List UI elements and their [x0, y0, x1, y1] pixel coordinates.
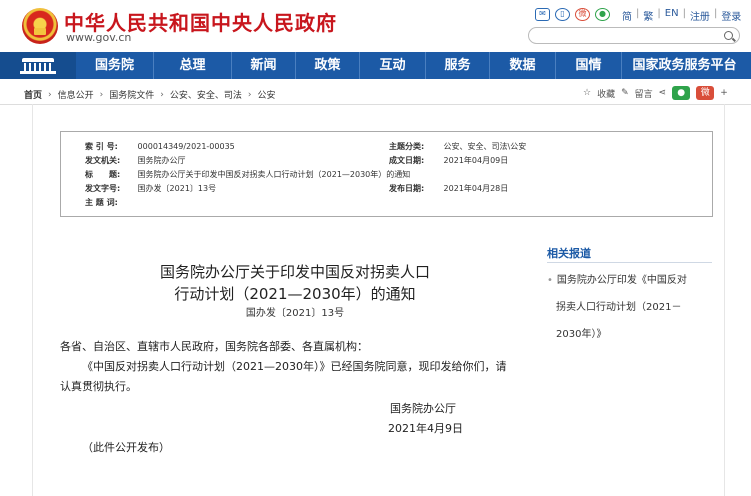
article-title-line: 行动计划（2021—2030年）的通知: [174, 285, 416, 303]
wechat-icon[interactable]: ●: [595, 8, 610, 21]
weibo-icon[interactable]: 微: [575, 8, 590, 21]
breadcrumb-info-public[interactable]: 信息公开: [58, 88, 94, 101]
favorite-button[interactable]: 收藏: [597, 87, 615, 100]
article-body-line: 认真贯彻执行。: [60, 380, 137, 393]
main-nav: 国务院 总理 新闻 政策 互动 服务 数据 国情 国家政务服务平台: [0, 52, 751, 79]
article-body-line: 《中国反对拐卖人口行动计划（2021—2030年）》已经国务院同意，现印发给你们…: [82, 360, 507, 373]
meta-created-row: 成文日期: 2021年04月09日: [389, 155, 508, 166]
bullet-icon: •: [547, 275, 553, 286]
document-metadata-box: 索 引 号: 000014349/2021-00035 发文机关: 国务院办公厅…: [60, 131, 713, 217]
nav-item-gov-service-platform[interactable]: 国家政务服务平台: [621, 52, 747, 79]
meta-created-value: 2021年04月09日: [443, 156, 509, 165]
article-title: 国务院办公厅关于印发中国反对拐卖人口 行动计划（2021—2030年）的通知: [60, 261, 530, 305]
meta-docno-value: 国办发〔2021〕13号: [137, 184, 217, 193]
meta-category-value: 公安、安全、司法\公安: [443, 142, 527, 151]
meta-issuer-value: 国务院办公厅: [137, 156, 186, 165]
meta-index-value: 000014349/2021-00035: [137, 142, 235, 151]
meta-keywords-row: 主 题 词:: [85, 197, 135, 208]
lang-traditional[interactable]: 繁: [643, 8, 653, 23]
meta-category-row: 主题分类: 公安、安全、司法\公安: [389, 141, 526, 152]
site-header: 中华人民共和国中央人民政府 www.gov.cn ✉ ▯ 微 ● 简 | 繁 | E…: [0, 0, 751, 52]
related-report-text[interactable]: 拐卖人口行动计划（2021－: [547, 294, 712, 321]
breadcrumb-category[interactable]: 公安、安全、司法: [170, 88, 242, 101]
meta-label: 成文日期:: [389, 156, 425, 165]
article-date: 2021年4月9日: [388, 422, 463, 435]
language-links: 简 | 繁 | EN | 注册 | 登录: [622, 8, 742, 23]
nav-item-policy[interactable]: 政策: [295, 52, 359, 79]
meta-label: 发文字号:: [85, 184, 121, 193]
register-link[interactable]: 注册: [690, 8, 710, 23]
lang-english[interactable]: EN: [665, 8, 679, 23]
breadcrumb-home[interactable]: 首页: [24, 88, 42, 101]
meta-label: 发布日期:: [389, 184, 425, 193]
meta-label: 发文机关:: [85, 156, 121, 165]
meta-label: 索 引 号:: [85, 142, 118, 151]
meta-subject-value: 国务院办公厅关于印发中国反对拐卖人口行动计划（2021—2030年）的通知: [137, 170, 411, 179]
related-reports-heading: 相关报道: [547, 247, 591, 260]
meta-label: 标 题:: [85, 170, 121, 179]
plus-icon[interactable]: +: [720, 88, 728, 98]
nav-item-state-council[interactable]: 国务院: [76, 52, 153, 79]
login-link[interactable]: 登录: [721, 8, 741, 23]
meta-index-row: 索 引 号: 000014349/2021-00035: [85, 141, 235, 152]
related-report-text[interactable]: 2030年）》: [547, 321, 712, 348]
national-emblem-logo[interactable]: [22, 8, 58, 44]
search-icon[interactable]: [724, 31, 733, 40]
meta-published-value: 2021年04月28日: [443, 184, 509, 193]
site-url[interactable]: www.gov.cn: [66, 31, 131, 44]
article-doc-number: 国办发〔2021〕13号: [245, 308, 345, 319]
wechat-share-icon[interactable]: ●: [672, 86, 691, 100]
breadcrumb: 首页 › 信息公开 › 国务院文件 › 公安、安全、司法 › 公安: [24, 88, 276, 102]
comment-button[interactable]: 留言: [635, 87, 653, 100]
search-input[interactable]: [528, 27, 740, 44]
mail-icon[interactable]: ✉: [535, 8, 550, 21]
page-border-left: [32, 104, 33, 496]
mobile-icon[interactable]: ▯: [555, 8, 570, 21]
nav-item-data[interactable]: 数据: [489, 52, 555, 79]
header-icon-group: ✉ ▯ 微 ●: [535, 8, 610, 21]
nav-item-premier[interactable]: 总理: [153, 52, 231, 79]
home-building-icon[interactable]: [0, 52, 76, 79]
divider: [0, 104, 751, 105]
nav-item-national-info[interactable]: 国情: [555, 52, 621, 79]
star-icon[interactable]: ☆: [583, 88, 591, 98]
related-report-text[interactable]: 国务院办公厅印发《中国反对: [557, 275, 687, 286]
weibo-share-icon[interactable]: 微: [696, 86, 715, 100]
article-signature: 国务院办公厅: [390, 402, 456, 415]
meta-docno-row: 发文字号: 国办发〔2021〕13号: [85, 183, 216, 194]
nav-item-interaction[interactable]: 互动: [359, 52, 425, 79]
meta-label: 主题分类:: [389, 142, 425, 151]
page-border-right: [724, 104, 725, 496]
meta-published-row: 发布日期: 2021年04月28日: [389, 183, 508, 194]
share-icon[interactable]: ⋖: [659, 88, 667, 98]
article-actions: ☆ 收藏 ✎ 留言 ⋖ ● 微 +: [583, 86, 728, 100]
breadcrumb-current[interactable]: 公安: [258, 88, 276, 101]
nav-item-news[interactable]: 新闻: [231, 52, 295, 79]
meta-issuer-row: 发文机关: 国务院办公厅: [85, 155, 186, 166]
meta-subject-row: 标 题: 国务院办公厅关于印发中国反对拐卖人口行动计划（2021—2030年）的…: [85, 169, 410, 180]
breadcrumb-state-council-docs[interactable]: 国务院文件: [109, 88, 154, 101]
nav-item-service[interactable]: 服务: [425, 52, 489, 79]
related-report-link[interactable]: • 国务院办公厅印发《中国反对 拐卖人口行动计划（2021－ 2030年）》: [547, 267, 712, 348]
sidebar-divider: [547, 262, 712, 263]
article-salutation: 各省、自治区、直辖市人民政府，国务院各部委、各直属机构：: [60, 340, 368, 353]
meta-label: 主 题 词:: [85, 198, 118, 207]
article-publication-note: （此件公开发布）: [82, 441, 170, 454]
lang-simplified[interactable]: 简: [622, 8, 632, 23]
pencil-icon[interactable]: ✎: [621, 88, 629, 98]
article-title-line: 国务院办公厅关于印发中国反对拐卖人口: [159, 263, 430, 281]
